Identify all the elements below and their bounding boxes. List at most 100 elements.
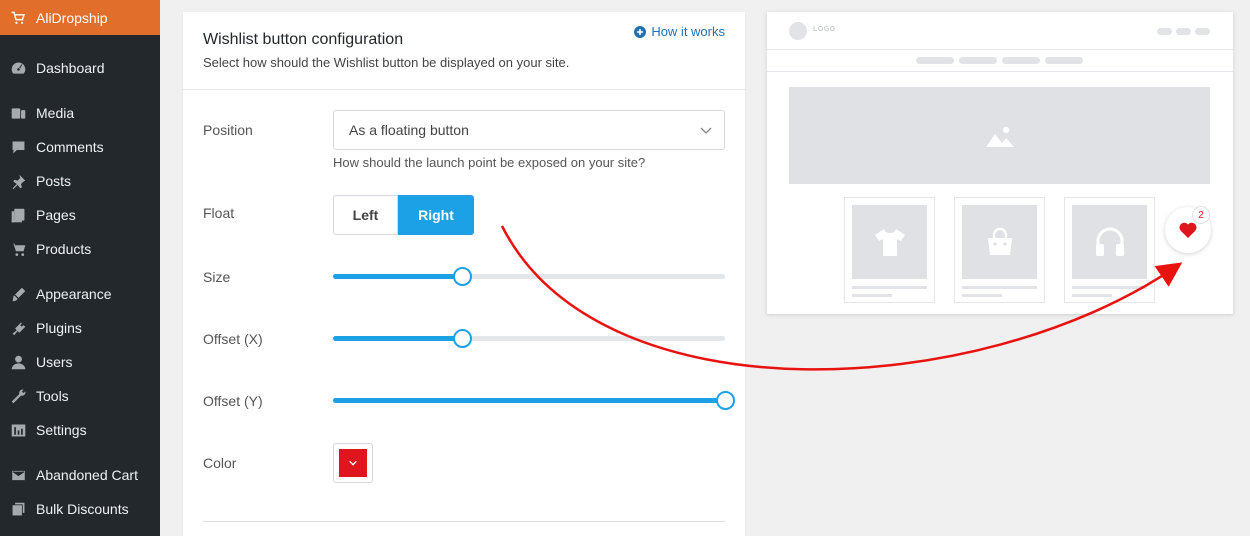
wrench-icon (9, 387, 27, 405)
product-image (962, 205, 1037, 279)
divider (203, 521, 725, 522)
sidebar-item-plugins[interactable]: Plugins (0, 313, 160, 343)
float-right-button[interactable]: Right (398, 195, 474, 235)
sidebar-item-tools[interactable]: Tools (0, 381, 160, 411)
sidebar-item-bulk-discounts[interactable]: Bulk Discounts (0, 494, 160, 524)
sidebar-item-abandoned-cart[interactable]: Abandoned Cart (0, 460, 160, 490)
how-it-works-link[interactable]: How it works (634, 24, 725, 39)
logo-placeholder-icon (789, 22, 807, 40)
sidebar-item-label: Comments (36, 139, 104, 155)
bag-icon (987, 227, 1012, 255)
sidebar-item-label: Appearance (36, 286, 112, 302)
sidebar-item-media[interactable]: Media (0, 98, 160, 128)
sidebar-item-settings[interactable]: Settings (0, 415, 160, 445)
nav-placeholder (916, 57, 954, 64)
slider-fill (333, 274, 462, 279)
product-title-placeholder (962, 286, 1037, 289)
alidropship-icon (10, 9, 28, 27)
product-image (1072, 205, 1147, 279)
offset-x-slider[interactable] (333, 328, 725, 348)
sidebar-item-label: Settings (36, 422, 87, 438)
chevron-down-icon (700, 127, 712, 134)
sidebar-item-posts[interactable]: Posts (0, 166, 160, 196)
sidebar-item-label: Plugins (36, 320, 82, 336)
card-subtitle: Select how should the Wishlist button be… (203, 55, 570, 70)
product-card (844, 197, 935, 303)
chevron-down-icon (349, 460, 357, 466)
sidebar-item-label: Products (36, 241, 92, 257)
color-label: Color (203, 455, 237, 471)
cart-icon (9, 240, 27, 258)
product-title-placeholder (1072, 286, 1147, 289)
sidebar-item-label: Bulk Discounts (36, 501, 129, 517)
heart-icon (1179, 222, 1197, 238)
sidebar-item-label: Users (36, 354, 73, 370)
discount-icon (9, 500, 27, 518)
sidebar-item-alidropship[interactable]: AliDropship (0, 0, 160, 35)
nav-placeholder (1045, 57, 1083, 64)
sidebar-item-comments[interactable]: Comments (0, 132, 160, 162)
nav-divider (767, 71, 1233, 72)
brush-icon (9, 285, 27, 303)
tshirt-icon (874, 229, 905, 256)
sidebar-item-users[interactable]: Users (0, 347, 160, 377)
size-slider[interactable] (333, 266, 725, 286)
sidebar-item-products[interactable]: Products (0, 234, 160, 264)
color-swatch (339, 449, 367, 477)
sidebar-item-label: Tools (36, 388, 69, 404)
header-icon-placeholder (1195, 28, 1210, 35)
plus-circle-icon (634, 25, 647, 38)
position-hint: How should the launch point be exposed o… (333, 155, 646, 170)
mail-icon (9, 466, 27, 484)
product-price-placeholder (852, 294, 892, 297)
sidebar-item-label: Media (36, 105, 75, 121)
hero-banner (789, 87, 1210, 184)
pages-icon (9, 206, 27, 224)
size-label: Size (203, 269, 231, 285)
user-icon (9, 353, 27, 371)
logo-text: LOGO (813, 26, 836, 33)
comments-icon (9, 138, 27, 156)
wishlist-count-badge: 2 (1192, 206, 1210, 224)
product-card (1064, 197, 1155, 303)
sidebar-item-label: Pages (36, 207, 76, 223)
site-preview: LOGO 2 (767, 12, 1233, 314)
nav-placeholder (1002, 57, 1040, 64)
header-divider (767, 49, 1233, 50)
dashboard-icon (9, 59, 27, 77)
offset-y-label: Offset (Y) (203, 393, 263, 409)
slider-thumb[interactable] (716, 391, 735, 410)
wishlist-config-card: Wishlist button configuration Select how… (183, 12, 745, 536)
slider-fill (333, 398, 725, 403)
wishlist-floating-button[interactable]: 2 (1165, 206, 1211, 253)
nav-placeholder (959, 57, 997, 64)
sidebar-item-appearance[interactable]: Appearance (0, 279, 160, 309)
sidebar-item-pages[interactable]: Pages (0, 200, 160, 230)
media-icon (9, 104, 27, 122)
offset-x-label: Offset (X) (203, 331, 263, 347)
color-picker[interactable] (333, 443, 373, 483)
sidebar-item-dashboard[interactable]: Dashboard (0, 53, 160, 83)
settings-icon (9, 421, 27, 439)
position-label: Position (203, 122, 253, 138)
slider-thumb[interactable] (453, 329, 472, 348)
header-icon-placeholder (1157, 28, 1172, 35)
position-select-value: As a floating button (349, 122, 469, 138)
product-price-placeholder (1072, 294, 1112, 297)
position-select[interactable]: As a floating button (333, 110, 725, 150)
image-icon (985, 126, 1014, 147)
offset-y-slider[interactable] (333, 390, 735, 410)
slider-fill (333, 336, 462, 341)
sidebar-item-label: Abandoned Cart (36, 467, 138, 483)
sidebar-item-label: Dashboard (36, 60, 105, 76)
float-left-button[interactable]: Left (333, 195, 398, 235)
admin-sidebar: AliDropship Dashboard Media Comments Pos… (0, 0, 160, 536)
slider-thumb[interactable] (453, 267, 472, 286)
float-toggle: Left Right (333, 195, 474, 235)
headphones-icon (1095, 227, 1124, 256)
plugin-icon (9, 319, 27, 337)
card-header: Wishlist button configuration Select how… (183, 12, 745, 90)
sidebar-item-label: Posts (36, 173, 72, 189)
card-title: Wishlist button configuration (203, 31, 404, 48)
header-icon-placeholder (1176, 28, 1191, 35)
